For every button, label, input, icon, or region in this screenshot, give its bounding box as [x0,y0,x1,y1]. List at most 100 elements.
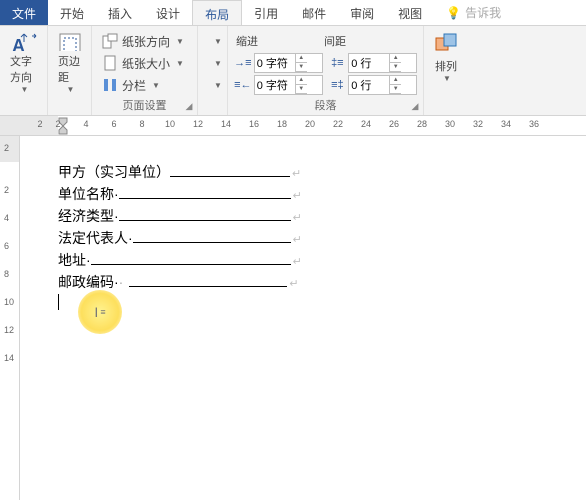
underline-field[interactable] [133,228,291,243]
doc-line[interactable]: 单位名称·↵ [58,184,302,206]
indent-left-input[interactable]: ▲▼ [254,53,323,73]
tab-mailings[interactable]: 邮件 [290,0,338,25]
chevron-down-icon: ▼ [214,59,222,68]
margins-label: 页边距 [58,53,81,85]
underline-field[interactable] [91,250,291,265]
ruler-tick: 2 [4,185,9,195]
tab-file[interactable]: 文件 [0,0,48,25]
vertical-ruler[interactable]: 2 2 4 6 8 10 12 14 [0,136,20,500]
text-direction-label: 文字方向 [10,53,37,85]
arrange-button[interactable]: 排列 ▼ [430,30,462,96]
dialog-launcher-pagesetup[interactable]: ◢ [183,101,195,113]
underline-field[interactable] [129,272,287,287]
chevron-down-icon: ▼ [176,59,184,68]
spin-down[interactable]: ▼ [296,63,307,72]
ruler-tick: 14 [4,353,14,363]
space-after-input[interactable]: ▲▼ [348,75,417,95]
dialog-launcher-paragraph[interactable]: ◢ [409,101,421,113]
tab-layout[interactable]: 布局 [192,0,242,25]
spin-down[interactable]: ▼ [296,85,307,94]
group-breaks: ▼ 12▼ bc-▼ [198,26,228,115]
size-label: 纸张大小 [122,55,170,72]
chevron-down-icon: ▼ [214,81,222,90]
bulb-icon: 💡 [446,6,461,20]
ruler-tick: 32 [473,119,483,129]
ruler-tick: 22 [333,119,343,129]
ruler-tick: 8 [4,269,9,279]
tab-references[interactable]: 引用 [242,0,290,25]
ruler-tick: 12 [4,325,14,335]
spin-down[interactable]: ▼ [390,85,401,94]
line-numbers-button[interactable]: 12▼ [204,52,221,74]
space-before-input[interactable]: ▲▼ [348,53,417,73]
size-button[interactable]: 纸张大小 ▼ [98,52,191,74]
hyphenation-button[interactable]: bc-▼ [204,74,221,96]
chevron-down-icon: ▼ [21,85,29,94]
ruler-tick: 10 [4,297,14,307]
doc-line[interactable]: 地址·↵ [58,250,302,272]
paragraph-mark-icon: ↵ [293,212,302,224]
text-cursor [58,294,59,310]
group-margins: 页边距 ▼ [48,26,92,115]
ruler-tick: 10 [165,119,175,129]
cursor-highlight: I≡ [78,290,122,334]
underline-field[interactable] [170,162,290,177]
margins-icon [58,32,82,51]
paragraph-mark-icon: ↵ [293,234,302,246]
spin-up[interactable]: ▲ [296,76,307,85]
tab-home[interactable]: 开始 [48,0,96,25]
tab-tellme[interactable]: 💡 告诉我 [434,0,513,25]
chevron-down-icon: ▼ [443,74,451,83]
group-arrange: 排列 ▼ [424,26,468,115]
text-direction-button[interactable]: A 文字方向 ▼ [6,30,41,96]
text: 地址 [58,252,86,268]
horizontal-ruler[interactable]: 224681012141618202224262830323436 [0,116,586,136]
tab-review[interactable]: 审阅 [338,0,386,25]
ruler-margin-left [0,116,58,135]
orientation-icon [102,33,118,49]
doc-line[interactable]: 经济类型·↵ [58,206,302,228]
paragraph-mark-icon: ↵ [292,168,301,180]
text: 经济类型 [58,208,114,224]
indent-right-input[interactable]: ▲▼ [254,75,323,95]
chevron-down-icon: ▼ [214,37,222,46]
doc-line[interactable]: 甲方（实习单位） ↵ [58,162,302,184]
spin-up[interactable]: ▲ [390,76,401,85]
ruler-tick: 34 [501,119,511,129]
ibeam-icon: I [94,304,98,320]
text-direction-icon: A [10,32,38,51]
ruler-tick: 16 [249,119,259,129]
ruler-tick: 4 [83,119,88,129]
ruler-tick: 6 [4,241,9,251]
ruler-tick: 2 [4,143,9,153]
ruler-tick: 4 [4,213,9,223]
columns-icon [102,77,118,93]
tab-insert[interactable]: 插入 [96,0,144,25]
underline-field[interactable] [119,206,291,221]
group-label-pagesetup: 页面设置 [92,97,197,113]
spacing-label: 间距 [322,31,352,51]
ruler-tick: 2 [55,119,60,129]
text: 甲方（实习单位） [58,164,170,180]
breaks-button[interactable]: ▼ [204,30,221,52]
ruler-tick: 30 [445,119,455,129]
tab-view[interactable]: 视图 [386,0,434,25]
text: 单位名称 [58,186,114,202]
orientation-button[interactable]: 纸张方向 ▼ [98,30,191,52]
spin-up[interactable]: ▲ [390,54,401,63]
spin-up[interactable]: ▲ [296,54,307,63]
chevron-down-icon: ▼ [67,85,75,94]
text: 邮政编码 [58,274,114,290]
columns-button[interactable]: 分栏 ▼ [98,74,191,96]
dots: · [119,274,130,290]
underline-field[interactable] [119,184,291,199]
margins-button[interactable]: 页边距 ▼ [54,30,85,96]
doc-line[interactable]: 法定代表人·↵ [58,228,302,250]
space-before-icon: ‡≡ [329,57,347,69]
spin-down[interactable]: ▼ [390,63,401,72]
tellme-label: 告诉我 [465,4,501,21]
ruler-tick: 26 [389,119,399,129]
ruler-tick: 14 [221,119,231,129]
group-page-setup: 纸张方向 ▼ 纸张大小 ▼ 分栏 ▼ 页面设置 ◢ [92,26,198,115]
tab-design[interactable]: 设计 [144,0,192,25]
